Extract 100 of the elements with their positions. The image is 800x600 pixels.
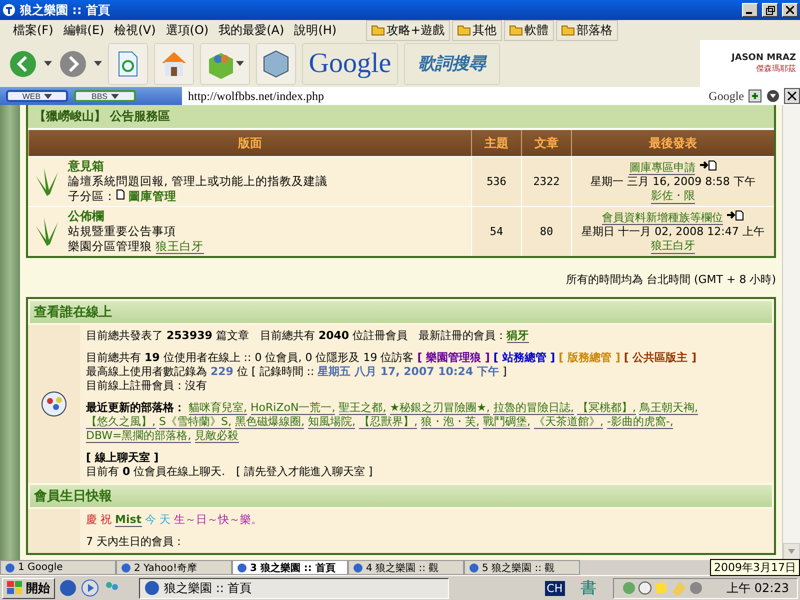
blog-link[interactable]: S《雪特蘭》S, (159, 415, 232, 429)
post-stats: 目前總共發表了 253939 篇文章 目前總共有 2040 位註冊會員 最新註冊的會員： (86, 329, 507, 342)
last-post-date: 星期日 十一月 02, 2008 12:47 上午 (582, 224, 764, 238)
blog-link[interactable]: 黑色磁爆線圈, (234, 415, 304, 429)
forward-icon[interactable] (58, 48, 88, 78)
bookmark-folder[interactable]: 部落格 (556, 20, 618, 40)
caret-icon[interactable] (44, 61, 52, 66)
blog-link[interactable]: ★秘銀之刃冒險團★, (390, 401, 490, 415)
search-mode-button[interactable]: BBS (74, 90, 136, 102)
column-header: 最後發表 (571, 130, 774, 156)
blog-link[interactable]: 知風場院, (308, 415, 356, 429)
blog-link[interactable]: 戰鬥碉堡, (482, 415, 530, 429)
google-logo[interactable]: Google (302, 42, 398, 84)
forum-name[interactable]: 公佈欄 (68, 209, 204, 224)
folder-icon (508, 24, 523, 36)
reload-button[interactable] (108, 42, 148, 84)
blog-link[interactable]: 鳥王朝天祹, (639, 401, 698, 415)
blog-link[interactable]: DBW=黑擱的部落格, (86, 429, 192, 443)
banner-subtitle: 傑森瑪耶茲 (756, 63, 796, 74)
newest-member-link[interactable]: 狷牙 (506, 329, 529, 343)
users-button[interactable] (200, 42, 250, 84)
last-post-link[interactable]: 會員資料新增種族等欄位 (602, 210, 723, 224)
tray-icons-drawing[interactable] (622, 580, 704, 596)
browser-tab[interactable]: 2 Yahoo!奇摩 (116, 560, 232, 575)
browser-tab[interactable]: 4 狼之樂園 :: 觀 (348, 560, 464, 575)
restore-button[interactable] (762, 3, 778, 17)
last-post-author[interactable]: 狼王白牙 (651, 238, 695, 254)
input-method-indicator[interactable]: 書 (580, 578, 597, 598)
blog-link[interactable]: 【悠久之風】, (86, 415, 156, 429)
close-icon (786, 6, 794, 14)
language-indicator[interactable]: CH (544, 580, 565, 596)
blog-link[interactable]: 【忍獸界】, (358, 415, 418, 429)
blogs-label: 最近更新的部落格： (86, 401, 185, 414)
last-post-date: 星期一 三月 16, 2009 8:58 下午 (590, 174, 756, 188)
cube-button[interactable] (256, 42, 296, 84)
blog-link[interactable]: 貓咪育兒室, (188, 401, 247, 415)
caret-icon[interactable] (110, 94, 118, 98)
last-post-link[interactable]: 圖庫專區申請 (629, 160, 696, 174)
birthday-member-link[interactable]: Mist (115, 513, 142, 527)
menu-item[interactable]: 檢視(V) (109, 22, 161, 38)
registered-online-text: 目前線上註冊會員：沒有 (86, 379, 208, 393)
folder-icon (370, 24, 385, 36)
start-button[interactable]: 開始 (2, 578, 55, 598)
group-legend-link[interactable]: [ 樂園管理狼 ] (417, 351, 490, 364)
greeting-text: 慶 祝 (86, 513, 112, 526)
minimize-button[interactable] (742, 3, 758, 17)
close-button[interactable] (782, 3, 798, 17)
blog-link[interactable]: 拉魯的冒險日誌, (493, 401, 574, 415)
group-legend-link[interactable]: [ 站務總管 ] (493, 351, 556, 364)
menu-item[interactable]: 我的最愛(A) (214, 22, 290, 38)
menu-item[interactable]: 檔案(F) (8, 22, 58, 38)
home-button[interactable] (154, 42, 194, 84)
caret-icon[interactable] (236, 61, 244, 66)
blog-link[interactable]: 【冥桃都】, (577, 401, 636, 415)
subforum-label: 子分區： (68, 189, 116, 203)
category-title[interactable]: 【獵嶗峻山】 公告服務區 (28, 108, 484, 125)
browser-tab[interactable]: 1 Google (0, 560, 116, 575)
back-icon[interactable] (8, 48, 38, 78)
moderator-link[interactable]: 狼王白牙 (156, 239, 204, 254)
blog-link[interactable]: 聖王之都, (338, 401, 386, 415)
menu-item[interactable]: 說明(H) (289, 22, 342, 38)
arrow-document-icon[interactable] (698, 160, 717, 170)
forum-name[interactable]: 意見箱 (68, 159, 328, 174)
online-users-summary: 目前總共有 19 位使用者在線上 :: 0 位會員, 0 位隱形及 19 位訪客 (86, 351, 414, 364)
taskbar-window-button[interactable]: 狼之樂園 :: 首頁 (139, 578, 449, 598)
bookmark-folder[interactable]: 軟體 (504, 20, 554, 40)
add-tab-icon[interactable] (748, 89, 762, 103)
blog-link[interactable]: 見敵必殺 (194, 429, 239, 443)
search-mode-button[interactable]: WEB (6, 90, 68, 102)
close-icon[interactable] (784, 88, 800, 104)
folder-icon (560, 24, 575, 36)
lyrics-search-logo[interactable]: 歌詞搜尋 (404, 42, 500, 84)
blog-link[interactable]: 狼・泡・芙, (420, 415, 480, 429)
scroll-down-button[interactable] (783, 543, 800, 560)
menu-item[interactable]: 選項(O) (160, 22, 214, 38)
section-title: 查看誰在線上 (28, 299, 774, 325)
browser-tab[interactable]: 5 狼之樂園 :: 觀 (464, 560, 580, 575)
blog-link[interactable]: 《天茶道館》, (534, 415, 604, 429)
group-legend-link[interactable]: [ 公共區版主 ] (624, 351, 697, 364)
caret-icon[interactable] (94, 61, 102, 66)
subforum-link[interactable]: 圖庫管理 (128, 189, 177, 203)
chat-title: [ 線上聊天室 ] (86, 451, 160, 465)
bookmark-folder[interactable]: 攻略+遊戲 (366, 20, 450, 40)
address-field[interactable]: http://wolfbbs.net/index.php Google (182, 87, 800, 105)
dropdown-icon[interactable] (766, 89, 780, 103)
blog-link[interactable]: HoRiZoN一荒一, (250, 401, 336, 415)
url-text: http://wolfbbs.net/index.php (188, 88, 325, 104)
topics-count: 54 (471, 207, 521, 256)
last-post-author[interactable]: 影佐・限 (651, 188, 695, 204)
search-engine-label[interactable]: Google (708, 88, 744, 104)
blog-link[interactable]: -影曲的虎窩-, (606, 415, 674, 429)
media-player-icon[interactable] (81, 579, 99, 597)
bookmark-folder[interactable]: 其他 (452, 20, 502, 40)
caret-icon[interactable] (44, 94, 52, 98)
arrow-document-icon[interactable] (726, 210, 744, 220)
menu-item[interactable]: 編輯(E) (58, 22, 110, 38)
browser-tab[interactable]: 3 狼之樂園 :: 首頁 (232, 560, 348, 575)
folder-icon (456, 24, 471, 36)
moderator-label: 樂園分區管理狼 (68, 239, 152, 253)
windows-logo-icon (7, 581, 23, 595)
